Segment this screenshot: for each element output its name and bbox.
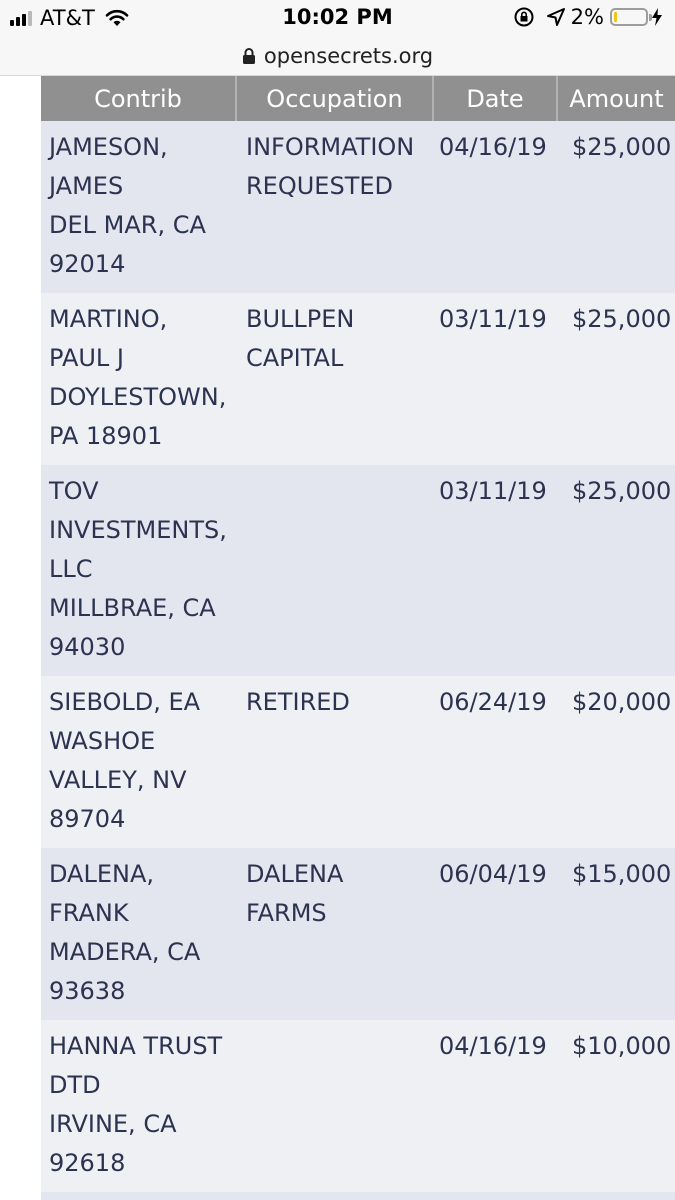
amount-cell: $15,000 — [572, 860, 672, 888]
table-row: HANNA TRUST DTD IRVINE, CA 92618 04/16/19 $10… — [41, 1020, 675, 1192]
occupation-cell: DALENA FARMS — [237, 848, 434, 1020]
table-header: Contrib Occupation Date Amount — [41, 76, 675, 121]
contrib-line: TOV — [49, 477, 99, 505]
occupation-line: RETIRED — [246, 688, 350, 716]
occupation-line: CAPITAL — [246, 344, 344, 372]
contrib-line: DOYLESTOWN, — [49, 383, 227, 411]
location-arrow-icon — [546, 8, 565, 26]
occupation-cell: RETIRED — [237, 676, 434, 848]
occupation-cell — [237, 1020, 434, 1192]
occupation-cell: BULLPEN CAPITAL — [237, 293, 434, 465]
contrib-line: SIEBOLD, EA — [49, 688, 201, 716]
contrib-line: 92618 — [49, 1149, 126, 1177]
table-row: TOV INVESTMENTS, LLC MILLBRAE, CA 94030 03/11… — [41, 465, 675, 676]
table-row — [41, 1192, 675, 1200]
occupation-line: DALENA — [246, 860, 344, 888]
contrib-cell: MARTINO, PAUL J DOYLESTOWN, PA 18901 — [41, 293, 237, 465]
battery-percent: 2% — [570, 5, 604, 29]
contrib-line: MILLBRAE, CA — [49, 594, 216, 622]
column-header-occupation[interactable]: Occupation — [237, 76, 434, 121]
status-right: 2% — [513, 5, 663, 29]
contrib-line: MADERA, CA — [49, 938, 201, 966]
occupation-cell — [237, 465, 434, 676]
contrib-line: 89704 — [49, 805, 126, 833]
contrib-line: HANNA TRUST — [49, 1032, 223, 1060]
occupation-line: INFORMATION — [246, 133, 415, 161]
amount-cell: $10,000 — [572, 1032, 672, 1060]
charging-bolt-icon — [652, 8, 662, 26]
contrib-cell: JAMESON, JAMES DEL MAR, CA 92014 — [41, 121, 237, 293]
occupation-line: REQUESTED — [246, 172, 393, 200]
contrib-line: 93638 — [49, 977, 126, 1005]
battery-icon — [610, 8, 652, 26]
contributions-table: Contrib Occupation Date Amount JAMESON, J… — [41, 76, 675, 1200]
contrib-line: JAMES — [49, 172, 124, 200]
contrib-line: DALENA, — [49, 860, 155, 888]
contrib-line: PAUL J — [49, 344, 124, 372]
column-header-contrib[interactable]: Contrib — [41, 76, 237, 121]
contrib-line: DTD — [49, 1071, 101, 1099]
contrib-line: PA 18901 — [49, 422, 163, 450]
amount-cell: $20,000 — [572, 688, 672, 716]
amount-cell: $25,000 — [572, 305, 672, 333]
table-row: DALENA, FRANK MADERA, CA 93638 DALENA FARMS 06… — [41, 848, 675, 1020]
status-bar: AT&T 10:02 PM 2% — [0, 0, 675, 36]
contrib-line: JAMESON, — [49, 133, 168, 161]
column-header-amount[interactable]: Amount — [558, 76, 675, 121]
contrib-cell: SIEBOLD, EA WASHOE VALLEY, NV 89704 — [41, 676, 237, 848]
rotation-lock-icon — [514, 7, 534, 27]
lock-icon — [242, 47, 255, 64]
contrib-line: WASHOE — [49, 727, 156, 755]
date-cell: 04/16/19 — [439, 1032, 547, 1060]
contrib-line: LLC — [49, 555, 93, 583]
battery-level — [614, 12, 617, 22]
contrib-cell: TOV INVESTMENTS, LLC MILLBRAE, CA 94030 — [41, 465, 237, 676]
contrib-cell: DALENA, FRANK MADERA, CA 93638 — [41, 848, 237, 1020]
contrib-cell: HANNA TRUST DTD IRVINE, CA 92618 — [41, 1020, 237, 1192]
table-row: MARTINO, PAUL J DOYLESTOWN, PA 18901 BULLPEN… — [41, 293, 675, 465]
date-cell: 04/16/19 — [439, 133, 547, 161]
contrib-line: 94030 — [49, 633, 126, 661]
amount-cell: $25,000 — [572, 133, 672, 161]
contrib-line: FRANK — [49, 899, 129, 927]
date-cell: 06/04/19 — [439, 860, 547, 888]
contrib-line: VALLEY, NV — [49, 766, 187, 794]
occupation-line: FARMS — [246, 899, 327, 927]
table-row: JAMESON, JAMES DEL MAR, CA 92014 INFORMATION… — [41, 121, 675, 293]
column-header-date[interactable]: Date — [434, 76, 558, 121]
date-cell: 03/11/19 — [439, 305, 547, 333]
table-body: JAMESON, JAMES DEL MAR, CA 92014 INFORMATION… — [41, 121, 675, 1200]
date-cell: 03/11/19 — [439, 477, 547, 505]
url-bar[interactable]: opensecrets.org — [0, 36, 675, 76]
contrib-line: INVESTMENTS, — [49, 516, 227, 544]
occupation-cell: INFORMATION REQUESTED — [237, 121, 434, 293]
url-text[interactable]: opensecrets.org — [264, 44, 433, 68]
date-cell: 06/24/19 — [439, 688, 547, 716]
table-row: SIEBOLD, EA WASHOE VALLEY, NV 89704 RETIRED 0… — [41, 676, 675, 848]
contrib-line: MARTINO, — [49, 305, 168, 333]
occupation-line: BULLPEN — [246, 305, 355, 333]
amount-cell: $25,000 — [572, 477, 672, 505]
contrib-line: 92014 — [49, 250, 126, 278]
contrib-line: IRVINE, CA — [49, 1110, 177, 1138]
contrib-line: DEL MAR, CA — [49, 211, 206, 239]
